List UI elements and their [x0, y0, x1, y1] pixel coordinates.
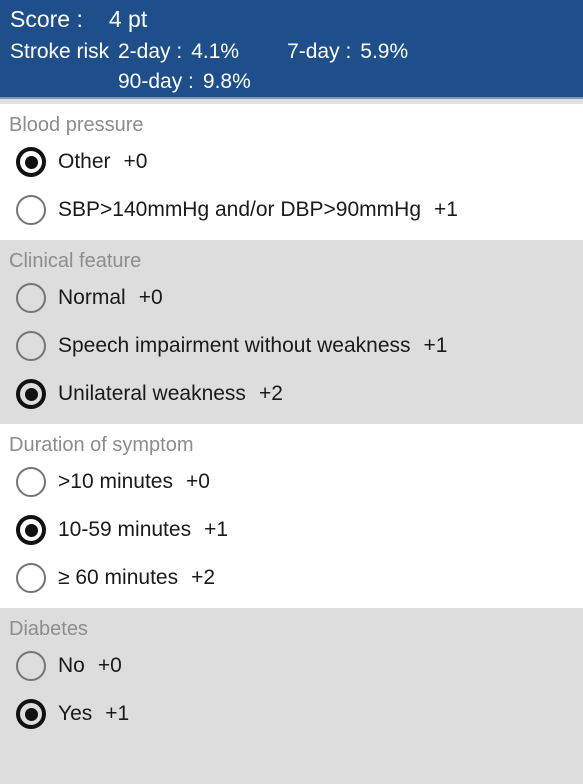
option-label: No +0 — [58, 654, 122, 678]
option-label: Other +0 — [58, 150, 147, 174]
radio-unselected-icon[interactable] — [16, 563, 46, 593]
option-label-text: No — [58, 654, 85, 677]
score-label: Score : — [10, 6, 83, 32]
option-clinical-normal[interactable]: Normal +0 — [0, 274, 583, 322]
option-label-text: Normal — [58, 286, 126, 309]
section-clinical-feature: Clinical feature Normal +0 Speech impair… — [0, 240, 583, 424]
criteria-sections: Blood pressure Other +0 SBP>140mmHg and/… — [0, 104, 583, 784]
stroke-risk-row-secondary: 90-day : 9.8% — [0, 70, 583, 98]
option-label: 10-59 minutes +1 — [58, 518, 228, 542]
score-value: 4 pt — [108, 6, 148, 32]
option-points: +1 — [423, 334, 448, 357]
risk-2-day-value: 4.1% — [191, 40, 240, 63]
option-diabetes-yes[interactable]: Yes +1 — [0, 690, 583, 738]
section-title-diabetes: Diabetes — [9, 618, 88, 640]
option-diabetes-no[interactable]: No +0 — [0, 642, 583, 690]
option-duration-60-plus[interactable]: ≥ 60 minutes +2 — [0, 554, 583, 602]
option-points: +0 — [123, 150, 148, 173]
option-points: +2 — [191, 566, 216, 589]
option-points: +0 — [138, 286, 163, 309]
option-label-text: Speech impairment without weakness — [58, 334, 411, 357]
section-title-clinical-feature: Clinical feature — [9, 250, 142, 272]
option-clinical-unilateral-weakness[interactable]: Unilateral weakness +2 — [0, 370, 583, 418]
risk-2-day-label: 2-day : — [118, 40, 183, 63]
risk-90-day: 90-day : 9.8% — [118, 70, 251, 94]
option-points: +1 — [434, 198, 458, 221]
option-points: +0 — [186, 470, 210, 493]
option-label: Speech impairment without weakness +1 — [58, 334, 447, 358]
option-label-text: SBP>140mmHg and/or DBP>90mmHg — [58, 198, 421, 221]
option-duration-10-59[interactable]: 10-59 minutes +1 — [0, 506, 583, 554]
risk-7-day: 7-day : 5.9% — [287, 40, 408, 64]
option-duration-under-10[interactable]: >10 minutes +0 — [0, 458, 583, 506]
option-label-text: >10 minutes — [58, 470, 173, 493]
score-header: Score : 4 pt Stroke risk 2-day : 4.1% 7-… — [0, 0, 583, 97]
radio-unselected-icon[interactable] — [16, 651, 46, 681]
option-label-text: ≥ 60 minutes — [58, 566, 179, 589]
radio-unselected-icon[interactable] — [16, 331, 46, 361]
option-points: +0 — [97, 654, 122, 677]
option-label: ≥ 60 minutes +2 — [58, 566, 215, 590]
option-clinical-speech-impairment[interactable]: Speech impairment without weakness +1 — [0, 322, 583, 370]
radio-unselected-icon[interactable] — [16, 283, 46, 313]
risk-90-day-value: 9.8% — [202, 70, 251, 93]
section-blood-pressure: Blood pressure Other +0 SBP>140mmHg and/… — [0, 104, 583, 240]
stroke-risk-row-primary: Stroke risk 2-day : 4.1% 7-day : 5.9% — [0, 40, 583, 70]
risk-7-day-label: 7-day : — [287, 40, 352, 63]
radio-unselected-icon[interactable] — [16, 467, 46, 497]
section-duration-of-symptom: Duration of symptom >10 minutes +0 10-59… — [0, 424, 583, 608]
risk-2-day: 2-day : 4.1% — [118, 40, 239, 64]
option-label-text: Other — [58, 150, 111, 173]
option-label: Yes +1 — [58, 702, 129, 726]
risk-90-day-label: 90-day : — [118, 70, 194, 93]
radio-selected-icon[interactable] — [16, 379, 46, 409]
option-label: Unilateral weakness +2 — [58, 382, 283, 406]
section-diabetes: Diabetes No +0 Yes +1 — [0, 608, 583, 784]
radio-unselected-icon[interactable] — [16, 195, 46, 225]
radio-selected-icon[interactable] — [16, 699, 46, 729]
option-label-text: Unilateral weakness — [58, 382, 246, 405]
option-blood-pressure-elevated[interactable]: SBP>140mmHg and/or DBP>90mmHg +1 — [0, 186, 583, 234]
radio-selected-icon[interactable] — [16, 147, 46, 177]
risk-7-day-value: 5.9% — [360, 40, 409, 63]
section-title-duration-of-symptom: Duration of symptom — [9, 434, 194, 456]
radio-selected-icon[interactable] — [16, 515, 46, 545]
option-points: +1 — [204, 518, 229, 541]
option-points: +1 — [105, 702, 130, 725]
abcd2-stroke-risk-calculator: Score : 4 pt Stroke risk 2-day : 4.1% 7-… — [0, 0, 583, 784]
option-label: Normal +0 — [58, 286, 163, 310]
option-points: +2 — [258, 382, 283, 405]
option-label-text: 10-59 minutes — [58, 518, 192, 541]
score-row: Score : 4 pt — [0, 6, 583, 40]
option-label: SBP>140mmHg and/or DBP>90mmHg +1 — [58, 198, 458, 222]
option-label: >10 minutes +0 — [58, 470, 210, 494]
option-blood-pressure-other[interactable]: Other +0 — [0, 138, 583, 186]
stroke-risk-label: Stroke risk — [10, 40, 110, 63]
section-title-blood-pressure: Blood pressure — [9, 114, 144, 136]
option-label-text: Yes — [58, 702, 93, 725]
